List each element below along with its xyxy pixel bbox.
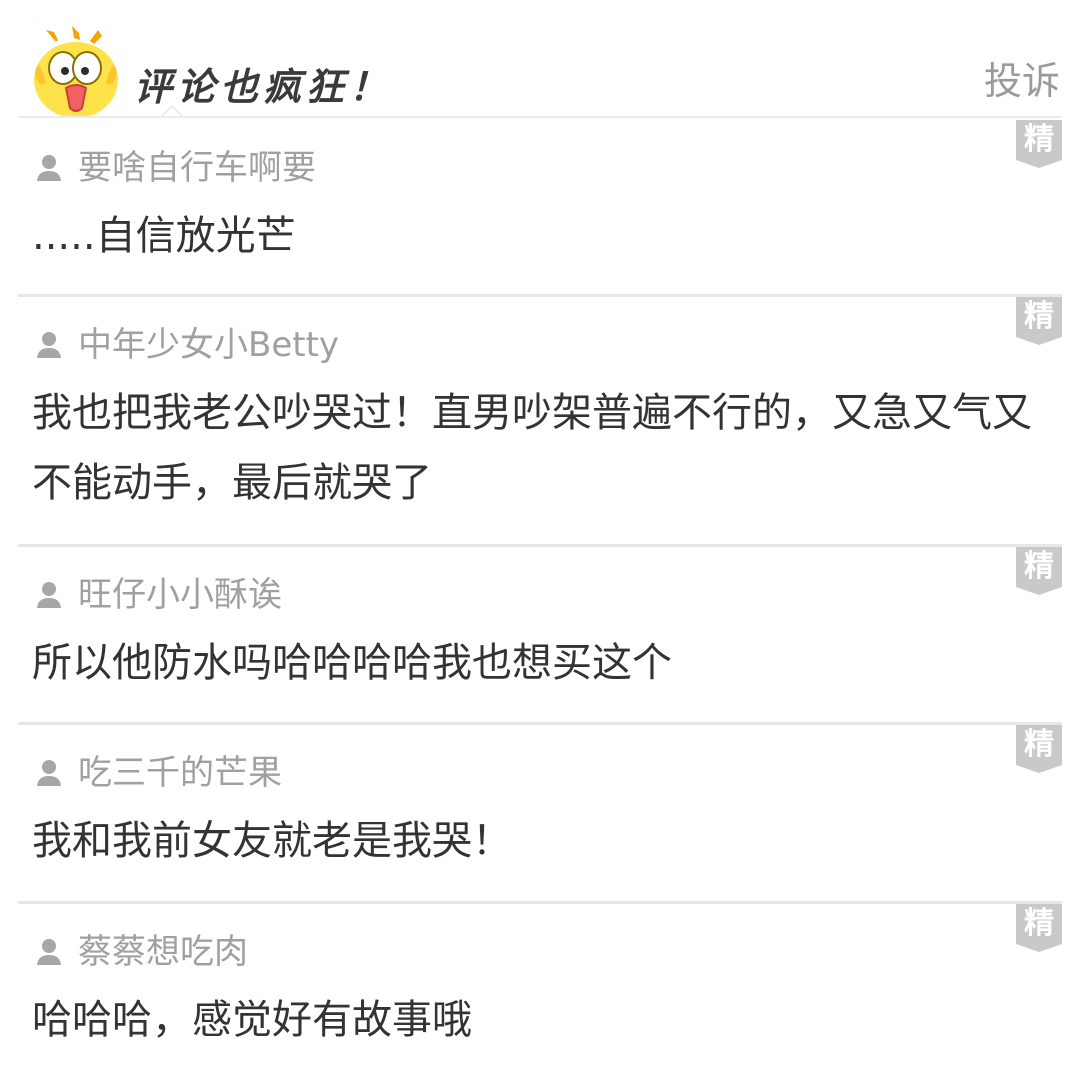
comment-author[interactable]: 要啥自行车啊要	[34, 147, 316, 189]
featured-badge-label: 精	[1024, 299, 1054, 334]
comment-author[interactable]: 蔡蔡想吃肉	[34, 931, 248, 973]
username: 吃三千的芒果	[78, 753, 282, 793]
comment-author[interactable]: 中年少女小Betty	[34, 324, 339, 366]
user-icon	[37, 582, 61, 608]
featured-badge-label: 精	[1024, 906, 1054, 941]
user-icon	[37, 155, 61, 181]
comment-divider	[18, 722, 1062, 725]
featured-badge: 精	[1016, 904, 1062, 952]
username: 蔡蔡想吃肉	[78, 932, 248, 972]
featured-badge-label: 精	[1024, 727, 1054, 762]
featured-badge: 精	[1016, 547, 1062, 595]
featured-badge: 精	[1016, 297, 1062, 345]
comment-text: 我也把我老公吵哭过！直男吵架普遍不行的，又急又气又不能动手，最后就哭了	[32, 390, 1032, 506]
comment-text: 所以他防水吗哈哈哈哈我也想买这个	[32, 640, 672, 686]
section-title: 评论也疯狂！	[134, 64, 393, 109]
complaint-button[interactable]: 投诉	[984, 50, 1060, 105]
comment-divider	[18, 901, 1062, 904]
featured-badge-label: 精	[1024, 549, 1054, 584]
yellow-chick-mascot-icon	[34, 26, 118, 118]
comment-text: 我和我前女友就老是我哭！	[32, 818, 512, 864]
comment-divider	[18, 544, 1062, 547]
username: 要啥自行车啊要	[78, 148, 316, 188]
featured-badge: 精	[1016, 725, 1062, 773]
comment-divider	[18, 294, 1062, 297]
user-icon	[37, 332, 61, 358]
comment-item: 精 吃三千的芒果 我和我前女友就老是我哭！	[18, 722, 1062, 902]
comment-author[interactable]: 吃三千的芒果	[34, 752, 282, 794]
comment-text: .....自信放光芒	[32, 213, 296, 259]
user-icon	[37, 760, 61, 786]
comment-item: 精 旺仔小小酥诶 所以他防水吗哈哈哈哈我也想买这个	[18, 544, 1062, 724]
user-icon	[37, 939, 61, 965]
comment-author[interactable]: 旺仔小小酥诶	[34, 574, 282, 616]
username: 中年少女小Betty	[78, 325, 340, 365]
comment-item: 精 要啥自行车啊要 .....自信放光芒	[18, 117, 1062, 297]
username: 旺仔小小酥诶	[78, 575, 282, 615]
featured-badge: 精	[1016, 120, 1062, 168]
comment-item: 精 中年少女小Betty 我也把我老公吵哭过！直男吵架普遍不行的，又急又气又不能…	[18, 294, 1062, 546]
comment-item: 精 蔡蔡想吃肉 哈哈哈，感觉好有故事哦	[18, 901, 1062, 1066]
featured-badge-label: 精	[1024, 122, 1054, 157]
comments-header: 评论也疯狂！ 投诉	[0, 0, 1080, 118]
comment-text: 哈哈哈，感觉好有故事哦	[32, 997, 472, 1043]
